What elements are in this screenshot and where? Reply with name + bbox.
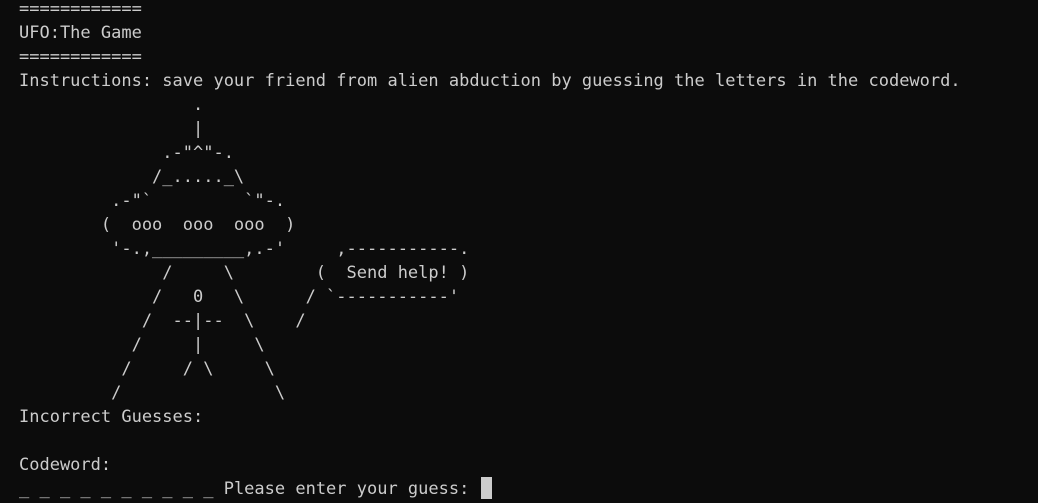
ufo-ascii-art-line: / \ ( Send help! ) — [19, 263, 470, 283]
ufo-ascii-art-line: ( ooo ooo ooo ) — [19, 215, 296, 235]
ufo-ascii-art-line: / / \ \ — [19, 359, 275, 379]
text-cursor[interactable] — [480, 477, 492, 499]
input-line[interactable]: _ _ _ _ _ _ _ _ _ _ Please enter your gu… — [19, 477, 1038, 501]
incorrect-guesses-label: Incorrect Guesses: — [19, 407, 204, 427]
ufo-ascii-art-line: / 0 \ / `-----------' — [19, 287, 460, 307]
ufo-ascii-art-line: '-.,_________,.-' ,-----------. — [19, 239, 470, 259]
ufo-ascii-art-line: .-"^"-. — [19, 143, 234, 163]
separator-top: ============ — [19, 0, 142, 19]
game-title: UFO:The Game — [19, 23, 142, 43]
terminal-window: ============ UFO:The Game ============ Inst… — [0, 0, 1038, 500]
ufo-ascii-art-line: / \ — [19, 383, 286, 403]
guess-prompt: Please enter your guess: — [213, 479, 480, 499]
codeword-blanks: _ _ _ _ _ _ _ _ _ _ — [19, 479, 214, 499]
ufo-ascii-art-line: / | \ — [19, 335, 265, 355]
ufo-ascii-art-line: .-"` `"-. — [19, 191, 286, 211]
ufo-ascii-art-line: / --|-- \ / — [19, 311, 306, 331]
separator-bottom: ============ — [19, 47, 142, 67]
instructions-text: Instructions: save your friend from alie… — [19, 71, 961, 91]
console-output: ============ UFO:The Game ============ Inst… — [19, 0, 1038, 477]
ufo-ascii-art-line: | — [19, 119, 204, 139]
ufo-ascii-art-line: . — [19, 95, 204, 115]
ufo-ascii-art-line: /_....._\ — [19, 167, 245, 187]
codeword-label: Codeword: — [19, 455, 112, 475]
